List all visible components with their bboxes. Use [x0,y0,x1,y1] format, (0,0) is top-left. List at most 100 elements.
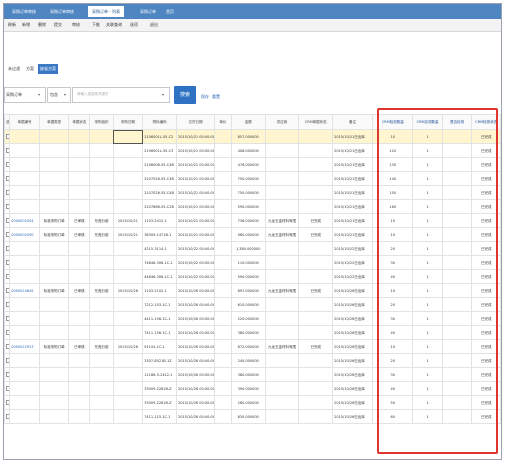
table-row[interactable]: 0000024845 标准采购订单 已审核 东莞分部 2015/10/26 1103-21… [4,283,501,298]
table-cell[interactable] [9,353,40,368]
table-row[interactable]: 7411-156-1C-1 2015/10/26 00:00:00 380.0000… [4,325,501,340]
table-cell[interactable]: 0000002054 [9,213,40,228]
column-header[interactable]: 是否检测 [441,114,473,130]
table-row[interactable]: 7212-103-1C-1 2015/10/26 00:00:00 610.0000… [4,297,501,312]
row-checkbox[interactable] [6,288,9,293]
table-row[interactable]: 2106001L-55-C2 2015/10/21 00:00:00 857.000… [4,129,501,144]
table-cell[interactable] [4,395,11,410]
table-cell[interactable] [4,143,11,158]
row-checkbox[interactable] [6,190,9,195]
table-row[interactable]: 4411-156-1C-1 2015/10/26 00:00:00 220.0000… [4,311,501,326]
table-cell[interactable] [9,185,40,200]
table-cell[interactable] [9,409,40,424]
table-cell[interactable] [4,325,11,340]
filter-default-scheme[interactable]: 缺省方案 [38,64,58,74]
related-query-button[interactable]: 关联查询 [106,20,122,30]
table-cell[interactable] [9,269,40,284]
table-cell[interactable] [4,381,11,396]
table-cell[interactable] [4,367,11,382]
tab-home[interactable]: 首页 [162,6,178,17]
table-row[interactable]: 2107026-55-C4B 2015/10/21 00:00:00 750.000… [4,171,501,186]
table-cell[interactable] [9,325,40,340]
table-cell[interactable] [4,311,11,326]
new-button[interactable]: 新增 [22,20,30,30]
tab-po[interactable]: 采购订单 [136,6,160,17]
table-cell[interactable] [4,241,11,256]
column-header[interactable]: 备注 [332,114,374,130]
table-row[interactable]: 2106001L-55-C3 2015/10/21 00:00:00 408.000… [4,143,501,158]
column-header[interactable]: 采购组织 [89,114,114,130]
table-cell[interactable] [4,269,11,284]
column-header[interactable]: 选择 [4,114,11,130]
row-checkbox[interactable] [6,372,9,377]
chevron-down-icon[interactable]: ▾ [38,92,40,97]
table-row[interactable]: 74646-306-1C-1 2015/10/22 00:00:00 110.000… [4,255,501,270]
tab-po-review-2[interactable]: 采购订单审核 [46,6,78,17]
table-row[interactable]: 11166-3-2412-1 2015/10/26 00:00:00 380.000… [4,367,501,382]
table-cell[interactable]: 0000002090 [9,227,40,242]
table-cell[interactable] [9,171,40,186]
table-cell[interactable] [4,283,11,298]
table-cell[interactable] [9,143,40,158]
table-row[interactable]: 4215-3114-1 2015/10/22 00:00:00 1,380.0000… [4,241,501,256]
row-checkbox[interactable] [6,386,9,391]
table-cell[interactable] [9,241,40,256]
search-button[interactable]: 搜索 [174,86,196,104]
column-header[interactable]: 交货日期 [175,114,215,130]
table-cell[interactable] [4,409,11,424]
table-cell[interactable] [9,367,40,382]
row-checkbox[interactable] [6,148,9,153]
column-header[interactable]: CRM实测数量 [412,114,443,130]
table-cell[interactable] [4,297,11,312]
filter-unfiltered[interactable]: 未过滤 [8,64,20,74]
table-cell[interactable] [9,395,40,410]
column-header[interactable]: 单据状态 [68,114,91,130]
submit-button[interactable]: 提交 [54,20,62,30]
column-header[interactable]: CRM检测状态 [471,114,501,130]
audit-button[interactable]: 审核 [72,20,80,30]
table-row[interactable]: 0000002054 标准采购订单 已审核 东莞分部 2015/10/21 1103-24… [4,213,501,228]
table-row[interactable]: 33009-2261B-Z 2015/10/26 00:00:00 260.0000… [4,395,501,410]
table-cell[interactable]: 0000022923 [9,339,40,354]
reset-link[interactable]: 重置 [212,94,220,100]
table-cell[interactable]: 0000024845 [9,283,40,298]
table-cell[interactable] [4,255,11,270]
filter-scheme[interactable]: 方案 [26,64,34,74]
chevron-down-icon[interactable]: ▾ [64,92,66,97]
table-cell[interactable] [4,157,11,172]
table-row[interactable]: 0000022923 标准采购订单 已审核 东莞分部 2015/10/26 91104-1… [4,339,501,354]
table-cell[interactable] [4,171,11,186]
tab-po-review-1[interactable]: 采购订单审核 [8,6,40,17]
table-row[interactable]: 2107026-55-C4B 2015/10/21 00:00:00 750.000… [4,185,501,200]
column-header[interactable]: CRM检测数量 [372,114,414,130]
row-checkbox[interactable] [6,274,9,279]
table-cell[interactable] [4,185,11,200]
row-checkbox[interactable] [6,344,9,349]
table-cell[interactable] [9,255,40,270]
table-row[interactable]: 33009-2261B-Z 2015/10/26 00:00:00 390.0000… [4,381,501,396]
column-header[interactable]: 单据类型 [38,114,70,130]
column-header[interactable]: CRM单据状态 [298,114,334,130]
row-checkbox[interactable] [6,316,9,321]
table-cell[interactable] [9,129,40,144]
table-row[interactable]: 7411-115-1C-1 2015/10/26 00:00:00 830.0000… [4,409,501,424]
exit-button[interactable]: 退出 [150,20,158,30]
refresh-button[interactable]: 刷新 [8,20,16,30]
row-checkbox[interactable] [6,330,9,335]
column-header[interactable]: 金额 [230,114,266,130]
row-checkbox[interactable] [6,260,9,265]
search-input[interactable]: 请输入或选择关键字 [72,87,170,103]
column-header[interactable]: 单价 [213,114,232,130]
row-checkbox[interactable] [6,218,9,223]
row-checkbox[interactable] [6,176,9,181]
options-button[interactable]: 选项 [130,20,138,30]
tab-po-list[interactable]: 采购订单 - 列表 [88,6,124,17]
column-header[interactable]: 采购日期 [112,114,144,130]
row-checkbox[interactable] [6,400,9,405]
row-checkbox[interactable] [6,246,9,251]
table-row[interactable]: 2106006-55-C4B 2015/10/21 00:00:00 476.000… [4,157,501,172]
delete-button[interactable]: 删除 [38,20,46,30]
save-scheme-link[interactable]: 保存 [201,94,209,100]
row-checkbox[interactable] [6,358,9,363]
table-row[interactable]: 2107866-55-C2B 2015/10/21 00:00:00 590.000… [4,199,501,214]
